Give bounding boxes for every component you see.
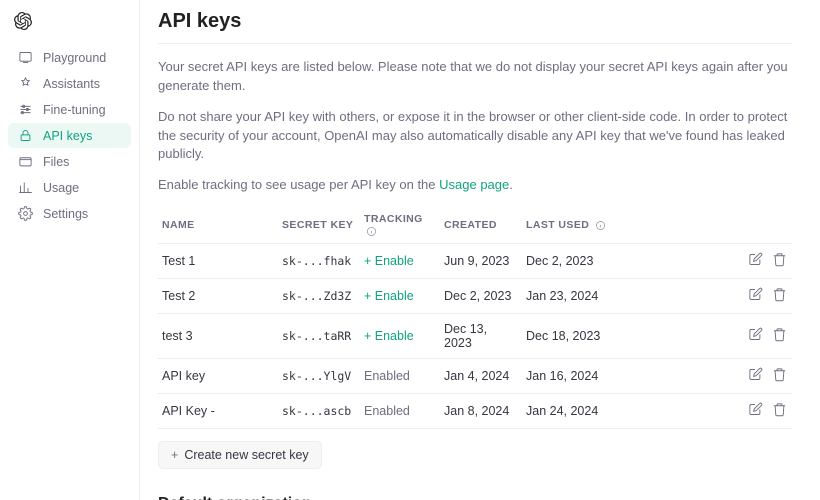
files-icon (18, 154, 33, 169)
intro-paragraph-2: Do not share your API key with others, o… (158, 108, 792, 165)
main-content: API keys Your secret API keys are listed… (140, 0, 820, 500)
lock-icon (18, 128, 33, 143)
sidebar-item-label: Files (43, 155, 69, 169)
delete-icon[interactable] (772, 252, 788, 268)
table-row: test 3sk-...taRR + Enable Dec 13, 2023Dec … (158, 314, 792, 359)
key-last-used: Dec 18, 2023 (522, 314, 732, 359)
table-row: Test 1sk-...fhak + Enable Jun 9, 2023Dec 2… (158, 244, 792, 279)
key-last-used: Jan 24, 2024 (522, 394, 732, 429)
info-icon (366, 226, 377, 237)
key-tracking: Enabled (360, 394, 440, 429)
col-header-name: NAME (158, 207, 278, 244)
enable-tracking-link[interactable]: + Enable (364, 254, 414, 268)
sidebar-item-label: Usage (43, 181, 79, 195)
key-created: Jan 4, 2024 (440, 359, 522, 394)
key-tracking: + Enable (360, 279, 440, 314)
row-actions (732, 394, 792, 429)
sidebar-item-label: Playground (43, 51, 106, 65)
col-header-tracking: TRACKING (360, 207, 440, 244)
key-secret: sk-...ascb (278, 394, 360, 429)
key-secret: sk-...Zd3Z (278, 279, 360, 314)
create-button-label: Create new secret key (184, 448, 308, 462)
para3-prefix: Enable tracking to see usage per API key… (158, 177, 439, 192)
tracking-status: Enabled (364, 404, 410, 418)
sidebar-item-usage[interactable]: Usage (8, 175, 131, 200)
playground-icon (18, 50, 33, 65)
page-title: API keys (158, 10, 792, 43)
col-header-last-used: LAST USED (522, 207, 732, 244)
key-tracking: Enabled (360, 359, 440, 394)
edit-icon[interactable] (748, 287, 764, 303)
sidebar-item-api-keys[interactable]: API keys (8, 123, 131, 148)
key-last-used: Jan 16, 2024 (522, 359, 732, 394)
key-name: test 3 (158, 314, 278, 359)
usage-page-link[interactable]: Usage page (439, 177, 509, 192)
edit-icon[interactable] (748, 367, 764, 383)
key-created: Jan 8, 2024 (440, 394, 522, 429)
divider (158, 43, 792, 44)
key-created: Dec 2, 2023 (440, 279, 522, 314)
row-actions (732, 279, 792, 314)
enable-tracking-link[interactable]: + Enable (364, 289, 414, 303)
edit-icon[interactable] (748, 327, 764, 343)
sidebar-item-files[interactable]: Files (8, 149, 131, 174)
sidebar: Playground Assistants Fine-tuning API ke… (0, 0, 140, 500)
row-actions (732, 359, 792, 394)
info-icon (595, 220, 606, 231)
delete-icon[interactable] (772, 367, 788, 383)
key-created: Jun 9, 2023 (440, 244, 522, 279)
table-row: API Key -sk-...ascb Enabled Jan 8, 2024Jan… (158, 394, 792, 429)
edit-icon[interactable] (748, 402, 764, 418)
table-row: API keysk-...YlgV Enabled Jan 4, 2024Jan 1… (158, 359, 792, 394)
plus-icon: + (171, 448, 178, 462)
key-secret: sk-...fhak (278, 244, 360, 279)
tracking-status: Enabled (364, 369, 410, 383)
fine-tuning-icon (18, 102, 33, 117)
key-last-used: Dec 2, 2023 (522, 244, 732, 279)
delete-icon[interactable] (772, 327, 788, 343)
enable-tracking-link[interactable]: + Enable (364, 329, 414, 343)
sidebar-item-label: Fine-tuning (43, 103, 106, 117)
key-last-used: Jan 23, 2024 (522, 279, 732, 314)
key-created: Dec 13, 2023 (440, 314, 522, 359)
settings-icon (18, 206, 33, 221)
create-secret-key-button[interactable]: + Create new secret key (158, 441, 322, 469)
key-name: API Key - (158, 394, 278, 429)
key-tracking: + Enable (360, 244, 440, 279)
row-actions (732, 314, 792, 359)
api-keys-table: NAME SECRET KEY TRACKING CREATED LAST US… (158, 207, 792, 429)
row-actions (732, 244, 792, 279)
intro-paragraph-1: Your secret API keys are listed below. P… (158, 58, 792, 96)
key-name: API key (158, 359, 278, 394)
edit-icon[interactable] (748, 252, 764, 268)
sidebar-item-fine-tuning[interactable]: Fine-tuning (8, 97, 131, 122)
key-tracking: + Enable (360, 314, 440, 359)
logo (8, 8, 131, 45)
sidebar-item-label: API keys (43, 129, 92, 143)
table-row: Test 2sk-...Zd3Z + Enable Dec 2, 2023Jan 2… (158, 279, 792, 314)
default-org-title: Default organization (158, 495, 792, 500)
usage-icon (18, 180, 33, 195)
sidebar-item-label: Assistants (43, 77, 100, 91)
key-secret: sk-...taRR (278, 314, 360, 359)
sidebar-item-label: Settings (43, 207, 88, 221)
assistants-icon (18, 76, 33, 91)
key-name: Test 1 (158, 244, 278, 279)
sidebar-item-playground[interactable]: Playground (8, 45, 131, 70)
sidebar-item-settings[interactable]: Settings (8, 201, 131, 226)
delete-icon[interactable] (772, 287, 788, 303)
delete-icon[interactable] (772, 402, 788, 418)
col-header-secret: SECRET KEY (278, 207, 360, 244)
para3-suffix: . (509, 177, 513, 192)
sidebar-item-assistants[interactable]: Assistants (8, 71, 131, 96)
col-header-actions (732, 207, 792, 244)
intro-paragraph-3: Enable tracking to see usage per API key… (158, 176, 792, 195)
col-header-created: CREATED (440, 207, 522, 244)
key-secret: sk-...YlgV (278, 359, 360, 394)
key-name: Test 2 (158, 279, 278, 314)
openai-logo-icon (14, 12, 32, 30)
